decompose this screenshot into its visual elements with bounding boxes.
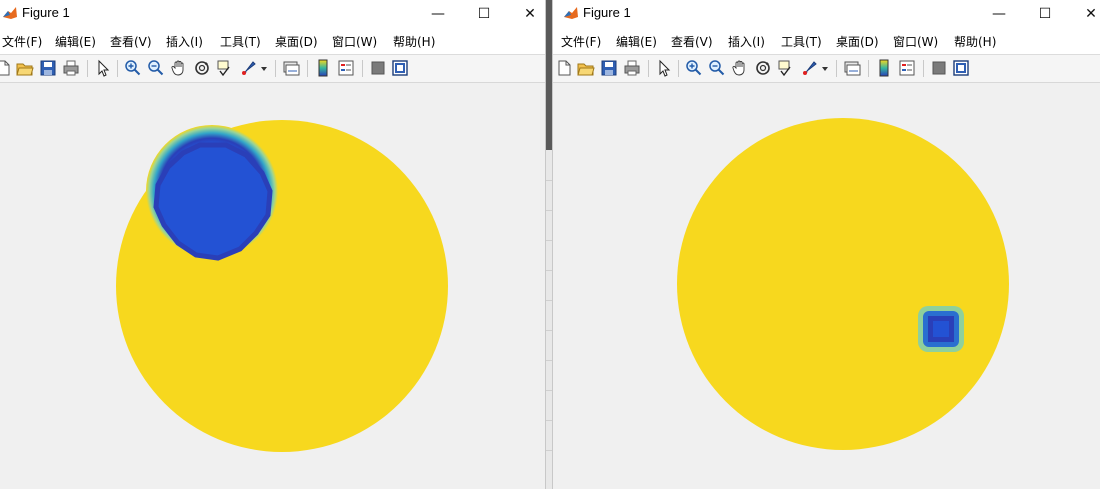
menu-file[interactable]: 文件(F) <box>561 33 601 50</box>
insert-legend-icon[interactable] <box>898 59 916 77</box>
window-divider <box>545 0 553 489</box>
brush-icon[interactable] <box>240 59 258 77</box>
title-bar[interactable]: Figure 1 — ☐ ✕ <box>0 0 545 28</box>
figure-window-right: Figure 1 — ☐ ✕ 文件(F) 编辑(E) 查看(V) 插入(I) 工… <box>553 0 1100 489</box>
menu-help[interactable]: 帮助(H) <box>393 33 435 50</box>
data-cursor-icon[interactable] <box>777 59 795 77</box>
close-button[interactable]: ✕ <box>507 0 545 28</box>
menu-desktop[interactable]: 桌面(D) <box>836 33 879 50</box>
pan-hand-icon[interactable] <box>731 59 749 77</box>
toolbar-separator <box>87 60 88 77</box>
rotate-3d-icon[interactable] <box>193 59 211 77</box>
link-plot-icon[interactable] <box>843 59 861 77</box>
figure-window-left: Figure 1 — ☐ ✕ 文件(F) 编辑(E) 查看(V) 插入(I) 工… <box>0 0 545 489</box>
zoom-out-icon[interactable] <box>147 59 165 77</box>
matlab-logo-icon <box>3 7 17 19</box>
new-figure-icon[interactable] <box>0 59 12 77</box>
figure-toolbar <box>0 55 545 83</box>
toolbar-separator <box>678 60 679 77</box>
menu-tools[interactable]: 工具(T) <box>781 33 822 50</box>
menu-bar: 文件(F) 编辑(E) 查看(V) 插入(I) 工具(T) 桌面(D) 窗口(W… <box>553 28 1100 55</box>
menu-desktop[interactable]: 桌面(D) <box>275 33 318 50</box>
menu-help[interactable]: 帮助(H) <box>954 33 996 50</box>
show-plot-tools-icon[interactable] <box>391 59 409 77</box>
toolbar-separator <box>307 60 308 77</box>
insert-colorbar-icon[interactable] <box>314 59 332 77</box>
edit-plot-arrow-icon[interactable] <box>94 59 112 77</box>
menu-view[interactable]: 查看(V) <box>110 33 152 50</box>
toolbar-separator <box>648 60 649 77</box>
menu-window[interactable]: 窗口(W) <box>332 33 377 50</box>
maximize-button[interactable]: ☐ <box>1022 0 1068 28</box>
image-plot <box>677 118 1009 450</box>
hide-plot-tools-icon[interactable] <box>930 59 948 77</box>
window-title: Figure 1 <box>583 5 631 20</box>
axes-area[interactable] <box>0 83 545 489</box>
brush-dropdown-icon[interactable] <box>259 59 269 77</box>
menu-window[interactable]: 窗口(W) <box>893 33 938 50</box>
link-plot-icon[interactable] <box>282 59 300 77</box>
disk-region <box>677 118 1009 450</box>
open-file-icon[interactable] <box>577 59 595 77</box>
print-icon[interactable] <box>62 59 80 77</box>
pan-hand-icon[interactable] <box>170 59 188 77</box>
inclusion-center <box>933 321 949 337</box>
menu-edit[interactable]: 编辑(E) <box>55 33 96 50</box>
toolbar-separator <box>836 60 837 77</box>
menu-edit[interactable]: 编辑(E) <box>616 33 657 50</box>
close-button[interactable]: ✕ <box>1068 0 1100 28</box>
divider-shadow <box>546 0 552 150</box>
toolbar-separator <box>868 60 869 77</box>
toolbar-separator <box>362 60 363 77</box>
maximize-button[interactable]: ☐ <box>461 0 507 28</box>
toolbar-separator <box>275 60 276 77</box>
minimize-button[interactable]: — <box>415 0 461 28</box>
hide-plot-tools-icon[interactable] <box>369 59 387 77</box>
menu-view[interactable]: 查看(V) <box>671 33 713 50</box>
zoom-in-icon[interactable] <box>685 59 703 77</box>
edit-plot-arrow-icon[interactable] <box>655 59 673 77</box>
brush-icon[interactable] <box>801 59 819 77</box>
menu-tools[interactable]: 工具(T) <box>220 33 261 50</box>
axes-area[interactable] <box>553 83 1100 489</box>
menu-bar: 文件(F) 编辑(E) 查看(V) 插入(I) 工具(T) 桌面(D) 窗口(W… <box>0 28 545 55</box>
menu-insert[interactable]: 插入(I) <box>166 33 203 50</box>
print-icon[interactable] <box>623 59 641 77</box>
insert-legend-icon[interactable] <box>337 59 355 77</box>
toolbar-separator <box>923 60 924 77</box>
brush-dropdown-icon[interactable] <box>820 59 830 77</box>
insert-colorbar-icon[interactable] <box>875 59 893 77</box>
title-bar[interactable]: Figure 1 — ☐ ✕ <box>553 0 1100 28</box>
menu-file[interactable]: 文件(F) <box>2 33 42 50</box>
menu-insert[interactable]: 插入(I) <box>728 33 765 50</box>
open-file-icon[interactable] <box>16 59 34 77</box>
toolbar-separator <box>117 60 118 77</box>
save-icon[interactable] <box>39 59 57 77</box>
show-plot-tools-icon[interactable] <box>952 59 970 77</box>
new-figure-icon[interactable] <box>555 59 573 77</box>
data-cursor-icon[interactable] <box>216 59 234 77</box>
minimize-button[interactable]: — <box>976 0 1022 28</box>
figure-toolbar <box>553 55 1100 83</box>
window-title: Figure 1 <box>22 5 70 20</box>
save-icon[interactable] <box>600 59 618 77</box>
zoom-in-icon[interactable] <box>124 59 142 77</box>
matlab-logo-icon <box>564 7 578 19</box>
rotate-3d-icon[interactable] <box>754 59 772 77</box>
image-plot <box>116 120 448 452</box>
zoom-out-icon[interactable] <box>708 59 726 77</box>
